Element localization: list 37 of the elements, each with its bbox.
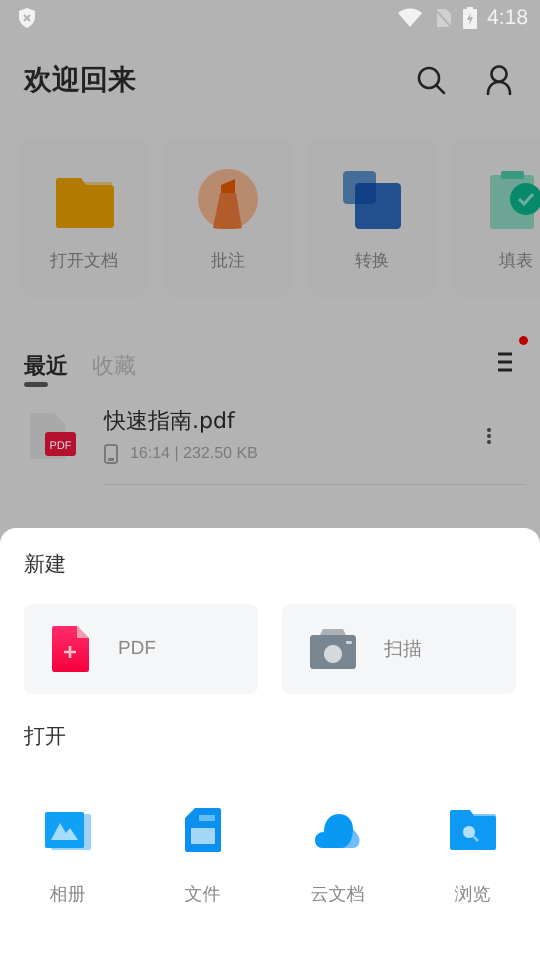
search-icon[interactable] [416, 65, 446, 95]
clipboard-check-icon [490, 171, 540, 229]
open-option[interactable]: 相册 [0, 808, 135, 906]
phone-icon [104, 444, 118, 464]
status-time: 4:18 [487, 6, 528, 30]
shield-icon [17, 7, 37, 29]
tab-indicator [24, 382, 48, 387]
camera-icon [310, 629, 356, 669]
battery-icon [463, 7, 478, 29]
file-row[interactable]: PDF 快速指南.pdf 16:14 | 232.50 KB [0, 388, 540, 485]
image-icon [44, 810, 90, 850]
file-details: 16:14 | 232.50 KB [130, 445, 258, 463]
page-title: 欢迎回来 [24, 62, 136, 98]
quick-action-card[interactable]: 填表 [456, 144, 540, 292]
user-icon[interactable] [486, 65, 512, 95]
folder-search-icon [450, 810, 496, 850]
quick-action-card[interactable]: 打开文档 [24, 144, 144, 292]
create-option[interactable]: 扫描 [282, 604, 516, 694]
tab[interactable]: 最近 [24, 344, 68, 388]
add-file-icon [52, 626, 90, 672]
file-name: 快速指南.pdf [104, 408, 235, 436]
create-option[interactable]: PDF [24, 604, 258, 694]
quick-action-card[interactable]: 转换 [312, 144, 432, 292]
open-option[interactable]: 云文档 [270, 808, 405, 906]
open-option[interactable]: 文件 [135, 808, 270, 906]
sd-card-icon [184, 808, 220, 852]
highlighter-icon [198, 169, 258, 229]
section-title: 打开 [24, 723, 67, 750]
quick-action-card[interactable]: 批注 [168, 144, 288, 292]
folder-icon [54, 177, 114, 229]
overlapping-squares-icon [343, 171, 401, 229]
more-icon[interactable] [486, 426, 492, 444]
list-icon [498, 352, 512, 372]
open-option[interactable]: 浏览 [405, 808, 540, 906]
cloud-icon [314, 812, 360, 848]
section-title: 新建 [24, 551, 67, 578]
wifi-icon [397, 8, 424, 28]
